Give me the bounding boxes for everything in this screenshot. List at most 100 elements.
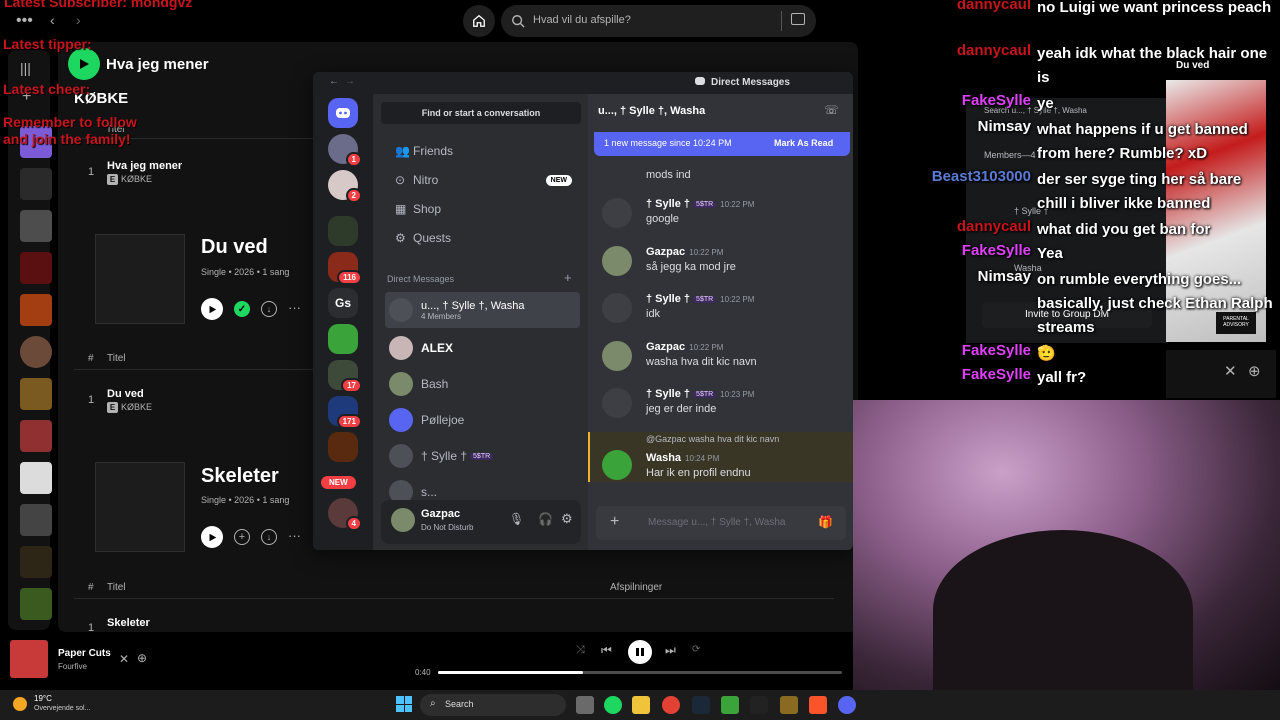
playlist-thumb[interactable] [20,294,52,326]
message-avatar[interactable] [602,293,632,323]
release-cover[interactable] [95,462,185,552]
artist-link[interactable]: KØBKE [121,402,152,412]
server-icon[interactable]: 116 [328,252,362,285]
track-title[interactable]: Skeleter [107,617,150,629]
message-author[interactable]: Gazpac [646,341,685,353]
server-icon[interactable]: Gs [328,288,358,318]
saved-check-icon[interactable]: ✓ [234,301,250,317]
now-playing-cover[interactable] [10,640,48,678]
add-circle-icon[interactable]: ⊕ [137,651,147,665]
minecraft-icon[interactable] [721,696,739,714]
artist-link[interactable]: KØBKE [121,174,152,184]
message-author[interactable]: † Sylle † [646,388,690,400]
library-icon[interactable]: ||| [20,60,31,76]
mark-as-read-button[interactable]: Mark As Read [774,138,833,148]
message-avatar[interactable] [602,388,632,418]
settings-gear-icon[interactable]: ⚙ [561,511,573,527]
shuffle-icon[interactable]: ⤨ [576,644,585,657]
now-playing-song[interactable]: Paper Cuts [58,648,111,659]
taskbar-search[interactable]: ⌕ Search [420,694,566,716]
track-artist[interactable]: E KØBKE [107,402,152,413]
now-playing-artist[interactable]: Fourfive [58,662,87,671]
call-icon[interactable]: ☏ [824,103,839,117]
track-title[interactable]: Du ved [107,388,144,400]
dm-item[interactable]: Bash [385,368,580,400]
playlist-thumb[interactable] [20,168,52,200]
playlist-thumb[interactable] [20,420,52,452]
message-avatar[interactable] [602,341,632,371]
home-button[interactable] [463,5,495,37]
artist-thumb[interactable] [20,336,52,368]
menu-dots-icon[interactable]: ••• [16,12,33,30]
dm-avatar[interactable]: 4 [328,498,362,531]
dm-item[interactable]: Pøllejoe [385,404,580,436]
reply-preview[interactable]: @Gazpac washa hva dit kic navn [646,434,779,444]
playlist-thumb[interactable] [20,252,52,284]
new-unreads-pill[interactable]: NEW [321,476,356,489]
add-to-library-icon[interactable]: + [234,529,250,545]
steam-icon[interactable] [692,696,710,714]
more-options-icon[interactable]: ··· [288,528,301,543]
weather-desc[interactable]: Overvejende sol... [34,705,90,712]
track-title[interactable]: Hva jeg mener [107,160,182,172]
playlist-thumb[interactable] [20,588,52,620]
back-arrow-icon[interactable]: ‹ [50,12,55,28]
release-play-button[interactable] [201,526,223,548]
task-view-icon[interactable] [576,696,594,714]
message-author[interactable]: † Sylle † [646,198,690,210]
server-icon[interactable]: 17 [328,360,362,393]
windows-start-icon[interactable] [396,696,412,712]
app-icon[interactable] [780,696,798,714]
release-play-button[interactable] [201,298,223,320]
repeat-icon[interactable]: ⟳ [692,644,700,655]
dm-avatar[interactable]: 1 [328,134,362,167]
pause-button[interactable] [628,640,652,664]
release-cover[interactable] [95,234,185,324]
next-icon[interactable]: ⏭ [665,643,676,658]
app-icon[interactable] [750,696,768,714]
nav-friends[interactable]: 👥 Friends [385,138,580,164]
weather-temp[interactable]: 19°C [34,694,52,703]
download-icon[interactable]: ↓ [261,301,277,317]
user-name[interactable]: Gazpac [421,508,460,520]
find-conversation-input[interactable]: Find or start a conversation [381,102,581,124]
nav-nitro[interactable]: ⊙ Nitro NEW [385,167,580,193]
message-avatar[interactable] [602,198,632,228]
message-avatar[interactable] [602,246,632,276]
gift-icon[interactable]: 🎁 [818,515,833,529]
progress-track[interactable] [438,671,842,674]
dm-avatar[interactable]: 2 [328,170,362,203]
server-icon[interactable] [328,432,358,462]
browse-icon[interactable] [791,13,805,25]
spotify-search-bar[interactable]: Hvad vil du afspille? [501,5,816,37]
message-author[interactable]: † Sylle † [646,293,690,305]
forward-arrow-icon[interactable]: → [345,76,355,87]
microphone-icon[interactable]: 🎙 [509,512,524,526]
message-author[interactable]: Washa [646,452,681,464]
forward-arrow-icon[interactable]: › [76,12,81,28]
playlist-thumb[interactable] [20,378,52,410]
message-avatar[interactable] [602,450,632,480]
new-messages-banner[interactable]: 1 new message since 10:24 PM Mark As Rea… [594,132,850,156]
spotify-taskbar-icon[interactable] [604,696,622,714]
more-options-icon[interactable]: ··· [288,300,301,315]
play-button[interactable] [68,48,100,80]
track-artist[interactable]: E KØBKE [107,174,152,185]
server-icon[interactable] [328,216,358,246]
discord-taskbar-icon[interactable] [838,696,856,714]
file-explorer-icon[interactable] [632,696,650,714]
new-dm-icon[interactable]: + [564,270,572,285]
previous-icon[interactable]: ⏮ [601,643,612,658]
headphones-icon[interactable]: 🎧 [538,512,553,526]
dm-item-group[interactable]: u..., † Sylle †, Washa 4 Members [385,292,580,328]
chrome-icon[interactable] [662,696,680,714]
discord-home-icon[interactable] [328,98,358,128]
user-avatar[interactable] [391,508,415,532]
playlist-thumb[interactable] [20,210,52,242]
close-icon[interactable]: ✕ [119,652,129,666]
message-author[interactable]: Gazpac [646,246,685,258]
message-composer[interactable]: + Message u..., † Sylle †, Washa 🎁 [596,506,846,540]
server-icon[interactable]: 171 [328,396,362,429]
nav-shop[interactable]: ▦ Shop [385,196,580,222]
brave-icon[interactable] [809,696,827,714]
